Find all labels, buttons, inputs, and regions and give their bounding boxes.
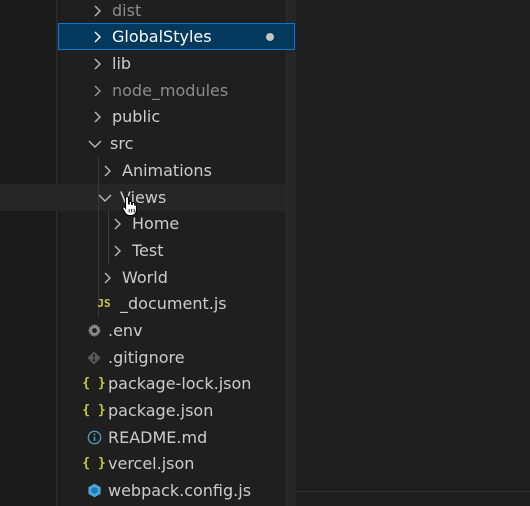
editor-area bbox=[296, 0, 530, 506]
json-file-icon: { } bbox=[82, 403, 106, 418]
chevron-right-icon bbox=[90, 30, 104, 44]
chevron-down-icon bbox=[88, 137, 102, 151]
chevron-down-icon bbox=[98, 191, 112, 205]
json-file-icon: { } bbox=[82, 376, 106, 391]
tree-item-label: README.md bbox=[108, 428, 208, 447]
tree-item-label: GlobalStyles bbox=[112, 27, 212, 46]
chevron-right-icon bbox=[90, 57, 104, 71]
tree-item-dist[interactable]: dist bbox=[60, 0, 296, 24]
tree-item-label: World bbox=[122, 268, 168, 287]
info-icon bbox=[86, 430, 102, 446]
tree-item-home[interactable]: Home bbox=[60, 210, 296, 237]
chevron-right-icon bbox=[100, 271, 114, 285]
tree-item-node-modules[interactable]: node_modules bbox=[60, 77, 296, 104]
hand-pointer-icon bbox=[121, 195, 139, 217]
tree-item-label: dist bbox=[112, 1, 142, 20]
tree-item-webpack-config-js[interactable]: webpack.config.js bbox=[60, 477, 296, 504]
tree-item-package-lock-json[interactable]: { } package-lock.json bbox=[60, 370, 296, 397]
tree-item-label: .gitignore bbox=[108, 348, 185, 367]
modified-dot-icon bbox=[266, 33, 274, 41]
chevron-right-icon bbox=[90, 110, 104, 124]
tree-item-vercel-json[interactable]: { } vercel.json bbox=[60, 450, 296, 477]
tree-item-label: node_modules bbox=[112, 81, 229, 100]
tree-item-label: Test bbox=[132, 241, 164, 260]
tree-item-lib[interactable]: lib bbox=[60, 50, 296, 77]
tree-item-label: Home bbox=[132, 214, 180, 233]
tree-item-world[interactable]: World bbox=[60, 264, 296, 291]
activity-gutter bbox=[0, 0, 60, 506]
chevron-right-icon bbox=[110, 244, 124, 258]
tree-item-label: public bbox=[112, 107, 161, 126]
tree-item-views[interactable]: Views bbox=[60, 184, 296, 211]
tree-item-label: lib bbox=[112, 54, 132, 73]
tree-item-label: package.json bbox=[108, 401, 214, 420]
tree-item-test[interactable]: Test bbox=[60, 237, 296, 264]
vscode-window: dist GlobalStyles lib node_modules publi… bbox=[0, 0, 530, 506]
chevron-right-icon bbox=[90, 84, 104, 98]
tree-item-label: webpack.config.js bbox=[108, 481, 252, 500]
gutter-edge bbox=[56, 0, 58, 506]
editor-divider bbox=[296, 491, 530, 492]
tree-item-env[interactable]: .env bbox=[60, 317, 296, 344]
tree-item-globalstyles[interactable]: GlobalStyles bbox=[58, 23, 295, 50]
tree-item-label: .env bbox=[108, 321, 143, 340]
tree-item-document-js[interactable]: JS _document.js bbox=[60, 290, 296, 317]
chevron-right-icon bbox=[100, 164, 114, 178]
tree-item-public[interactable]: public bbox=[60, 103, 296, 130]
chevron-right-icon bbox=[110, 217, 124, 231]
tree-item-animations[interactable]: Animations bbox=[60, 157, 296, 184]
tree-item-readme-md[interactable]: README.md bbox=[60, 424, 296, 451]
tree-item-label: Animations bbox=[122, 161, 212, 180]
tree-item-src[interactable]: src bbox=[60, 130, 296, 157]
chevron-right-icon bbox=[90, 4, 104, 18]
tree-item-label: src bbox=[110, 134, 134, 153]
tree-item-gitignore[interactable]: .gitignore bbox=[60, 344, 296, 371]
webpack-cube-icon bbox=[86, 483, 102, 499]
tree-item-label: vercel.json bbox=[108, 454, 195, 473]
gear-icon bbox=[86, 323, 102, 339]
tree-item-label: _document.js bbox=[120, 294, 227, 313]
json-file-icon: { } bbox=[82, 456, 106, 471]
js-file-icon: JS bbox=[97, 297, 111, 310]
tree-item-package-json[interactable]: { } package.json bbox=[60, 397, 296, 424]
git-icon bbox=[86, 350, 102, 366]
tree-item-label: package-lock.json bbox=[108, 374, 252, 393]
